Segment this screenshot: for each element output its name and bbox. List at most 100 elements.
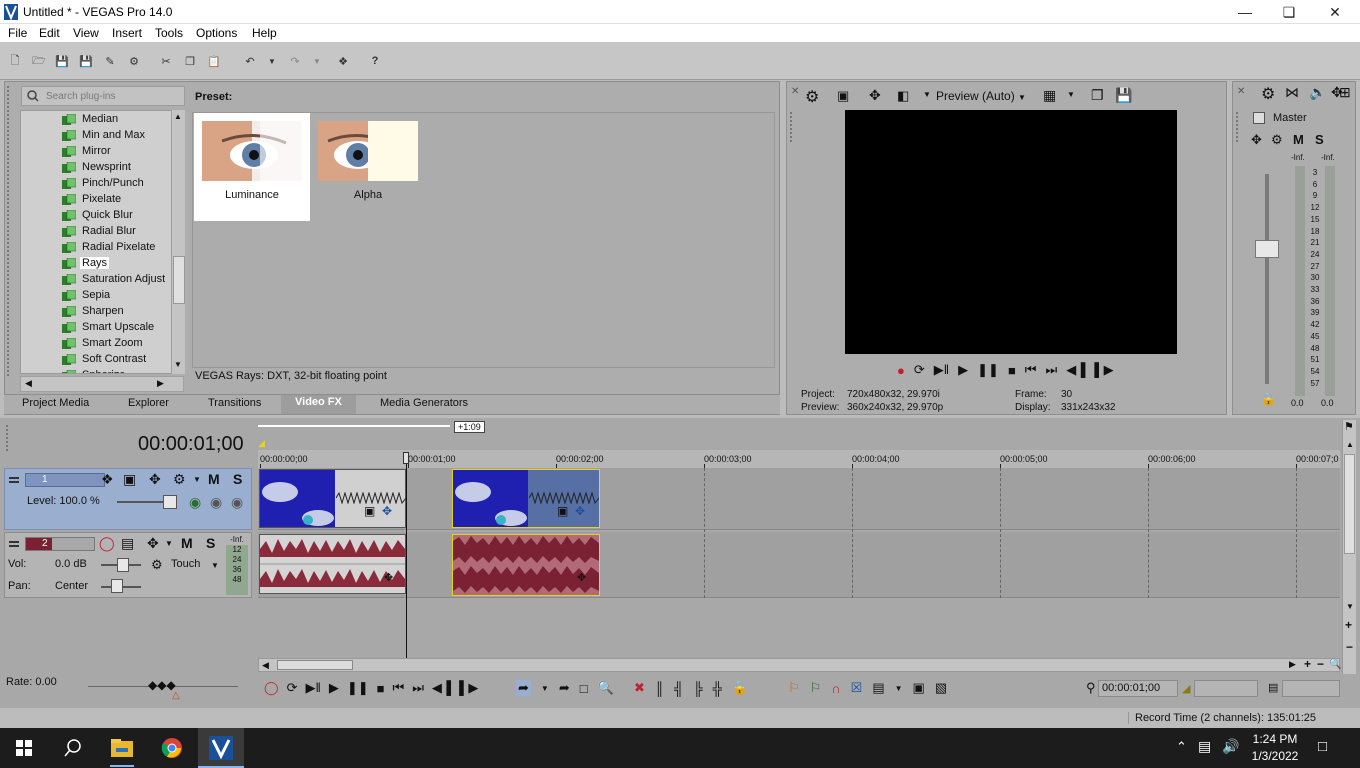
close-pane-icon[interactable]: ✕ [791, 86, 799, 97]
overlays-dropdown-icon[interactable]: ▼ [1067, 90, 1075, 99]
menu-help[interactable]: Help [252, 26, 277, 40]
chrome-icon[interactable] [161, 737, 183, 759]
master-gear-icon[interactable]: ⚙ [1271, 132, 1283, 148]
ignore-grouping-icon[interactable]: ▧ [935, 680, 947, 696]
copy-snapshot-icon[interactable]: ❐ [1091, 87, 1104, 104]
plugin-item[interactable]: Mirror [21, 144, 171, 160]
loop-playback-icon[interactable]: ⟳ [287, 680, 298, 696]
plugin-item[interactable]: Quick Blur [21, 208, 171, 224]
loop-playback-icon[interactable]: ⟳ [914, 362, 925, 378]
pause-icon[interactable]: ❚❚ [977, 362, 999, 378]
preview-fx-icon[interactable]: ✥ [869, 87, 881, 104]
paste-icon[interactable]: 📋 [205, 52, 223, 70]
open-folder-icon[interactable]: 🗁 [30, 52, 48, 70]
touch-gear-icon[interactable]: ⚙ [151, 557, 163, 573]
plugin-item[interactable]: Min and Max [21, 128, 171, 144]
audio-event-1[interactable]: ✥ [259, 534, 406, 594]
menu-tools[interactable]: Tools [155, 26, 183, 40]
cursor-time-display[interactable]: 00:00:01;00 [138, 433, 244, 456]
marker-flag-icon[interactable]: ◢ [258, 438, 265, 449]
event-pan-crop-icon[interactable]: ▣ [364, 504, 375, 518]
plugin-item[interactable]: Newsprint [21, 160, 171, 176]
plugin-item[interactable]: Smart Upscale [21, 320, 171, 336]
notifications-icon[interactable]: □ [1318, 738, 1327, 755]
arm-record-icon[interactable]: ◯ [99, 535, 115, 552]
plugin-item[interactable]: Radial Blur [21, 224, 171, 240]
windows-start-icon[interactable] [16, 740, 32, 756]
plugin-tree-vscroll[interactable]: ▲ ▼ [171, 110, 185, 374]
normal-edit-tool-icon[interactable]: ➦ [516, 680, 531, 696]
record-icon[interactable]: ◯ [264, 680, 279, 696]
automation-mode-label[interactable]: Touch [171, 558, 200, 570]
time-ruler[interactable]: 00:00:00;00 00:00:01;00 00:00:02;00 00:00:0… [258, 450, 1340, 468]
preset-luminance[interactable]: Luminance [194, 113, 310, 221]
event-fx-icon[interactable]: ✥ [575, 504, 585, 518]
selection-length-field[interactable] [1282, 680, 1340, 697]
playhead-handle[interactable] [403, 452, 410, 464]
audio-event-2[interactable]: ✥ [452, 534, 600, 596]
properties-gear-icon[interactable]: ⚙ [125, 52, 143, 70]
taskbar-clock-date[interactable]: 1/3/2022 [1248, 749, 1302, 763]
redo-dropdown-icon[interactable]: ▼ [308, 52, 326, 70]
plugin-item[interactable]: Sepia [21, 288, 171, 304]
previous-frame-icon[interactable]: ◀▐ [432, 680, 451, 696]
close-button[interactable]: ✕ [1312, 0, 1358, 24]
auto-crossfade-icon[interactable]: ☒ [851, 680, 863, 696]
lock-envelopes-icon[interactable]: ▣ [913, 680, 925, 696]
scroll-left-icon[interactable]: ◀ [262, 660, 269, 671]
go-to-start-icon[interactable]: ⏮ [393, 680, 405, 696]
search-icon[interactable] [64, 739, 82, 757]
pan-slider-thumb[interactable] [111, 579, 123, 593]
event-fx-icon[interactable]: ✥ [577, 571, 586, 584]
dock-grip[interactable] [1236, 112, 1240, 142]
snapping-magnet-icon[interactable]: ∩ [831, 681, 840, 696]
track-minimize-icon[interactable] [9, 477, 19, 483]
plugin-item[interactable]: Pinch/Punch [21, 176, 171, 192]
save-snapshot-icon[interactable]: 💾 [1115, 87, 1132, 104]
cursor-position-field[interactable]: 00:00:01;00 [1098, 680, 1178, 697]
event-fx-icon[interactable]: ✥ [384, 571, 393, 584]
split-icon[interactable]: ╬ [713, 681, 722, 696]
maximize-button[interactable]: ❏ [1266, 0, 1312, 24]
whats-this-help-icon[interactable]: ? [366, 52, 384, 70]
audio-track-lane[interactable] [258, 532, 1340, 598]
menu-file[interactable]: File [8, 26, 27, 40]
compositing-icon[interactable]: ✥ [149, 471, 161, 488]
trim-icon[interactable]: ║ [655, 681, 664, 696]
track1-mute-button[interactable]: M [208, 471, 220, 487]
envelope-tool-icon[interactable]: ➦ [559, 680, 570, 696]
next-frame-icon[interactable]: ▌▶ [459, 680, 478, 696]
save-as-icon[interactable]: 💾 [77, 52, 95, 70]
undo-icon[interactable]: ↶ [241, 52, 259, 70]
redo-icon[interactable]: ↷ [286, 52, 304, 70]
save-icon[interactable]: 💾 [53, 52, 71, 70]
play-from-start-icon[interactable]: ▶‖ [934, 362, 949, 378]
close-pane-icon[interactable]: ✕ [1237, 86, 1245, 97]
track-gear-icon[interactable]: ⚙ [173, 471, 186, 488]
dock-grip[interactable] [790, 112, 794, 142]
zoom-out-time-icon[interactable]: − [1317, 657, 1324, 671]
zoom-edit-tool-icon[interactable]: 🔍 [598, 680, 614, 696]
video-event-2[interactable]: ▣ ✥ [452, 469, 600, 528]
tab-explorer[interactable]: Explorer [128, 397, 169, 409]
taskbar-clock-time[interactable]: 1:24 PM [1252, 732, 1298, 746]
audio-track-header[interactable]: 2 ◯ ▤ ✥ ▼ M S Vol: 0.0 dB ⚙ Touch ▼ Pan:… [4, 532, 252, 598]
track1-solo-button[interactable]: S [233, 471, 242, 487]
selection-start-field[interactable] [1194, 680, 1258, 697]
render-icon[interactable]: ✎ [101, 52, 119, 70]
next-frame-icon[interactable]: ▌▶ [1094, 362, 1113, 378]
ripple-dropdown-icon[interactable]: ▼ [895, 684, 903, 693]
stop-icon[interactable]: ■ [377, 681, 385, 696]
track-minimize-icon[interactable] [9, 541, 19, 547]
scroll-thumb[interactable] [173, 256, 185, 304]
volume-icon[interactable]: 🔊 [1222, 738, 1239, 755]
tab-video-fx[interactable]: Video FX [281, 395, 356, 414]
automation-dropdown-icon[interactable]: ▼ [211, 561, 219, 570]
scroll-up-icon[interactable]: ▲ [174, 112, 182, 121]
vegas-taskbar-button[interactable] [198, 728, 244, 768]
dock-grip[interactable] [6, 425, 10, 451]
dim-output-icon[interactable]: 🔈 [1309, 84, 1326, 101]
playhead-cursor[interactable] [406, 452, 408, 658]
plugin-item[interactable]: Spherize [21, 368, 171, 373]
split-screen-icon[interactable]: ◧ [897, 88, 909, 104]
